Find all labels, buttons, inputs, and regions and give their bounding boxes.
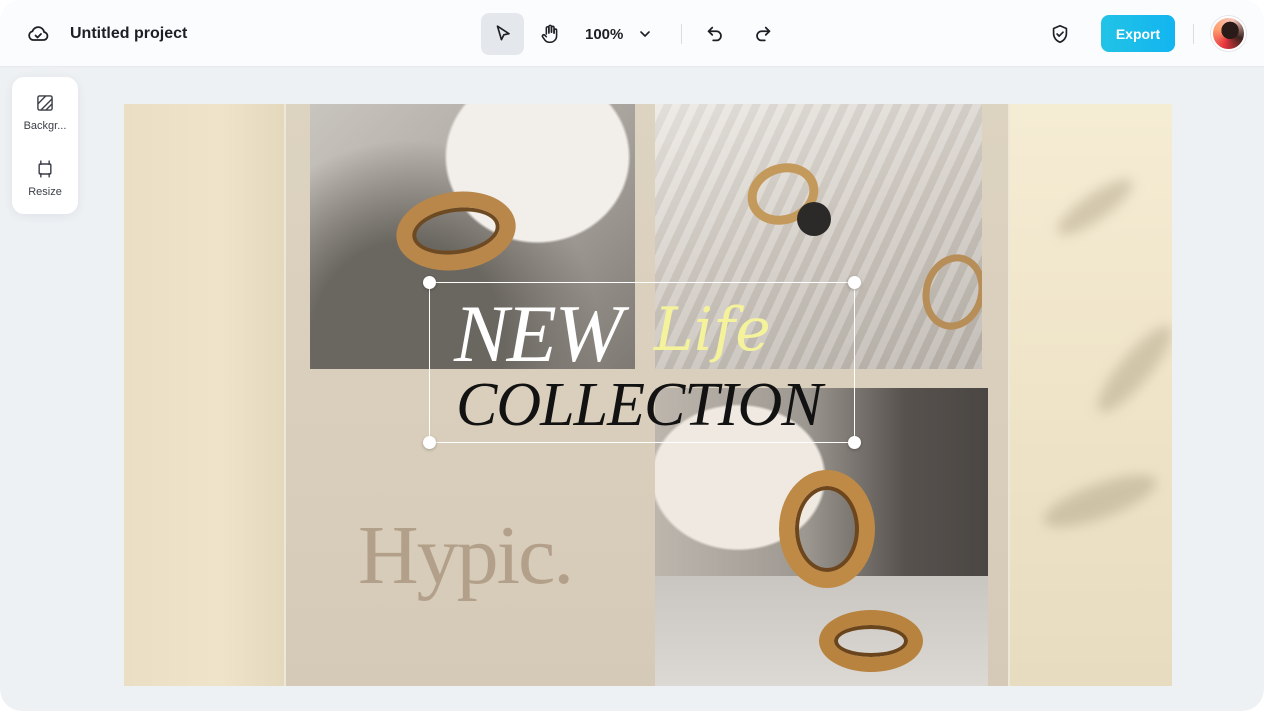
top-toolbar: Untitled project 100% Export [0, 0, 1264, 67]
canvas-right-panel [1010, 104, 1172, 686]
chevron-down-icon [640, 31, 651, 37]
side-item-resize[interactable]: Resize [12, 145, 78, 201]
gold-ring-shape [914, 247, 982, 337]
leaf-shadow [1088, 317, 1172, 421]
selection-box[interactable] [423, 276, 861, 449]
canvas-left-panel [124, 104, 284, 686]
avatar[interactable] [1211, 16, 1246, 51]
side-item-label: Backgr... [23, 120, 67, 132]
resize-handle-top-right[interactable] [848, 276, 861, 289]
undo-button[interactable] [698, 17, 732, 51]
export-button[interactable]: Export [1101, 15, 1175, 52]
project-title[interactable]: Untitled project [70, 23, 187, 45]
brand-text[interactable]: Hypic. [358, 506, 574, 606]
shield-check-button[interactable] [1043, 17, 1077, 51]
undo-icon [707, 26, 722, 42]
toolbar-divider [1193, 24, 1194, 44]
side-item-label: Resize [28, 186, 62, 198]
ring-stone-shape [797, 202, 831, 236]
resize-handle-bottom-right[interactable] [848, 436, 861, 449]
redo-icon [756, 26, 771, 42]
resize-handle-top-left[interactable] [423, 276, 436, 289]
zoom-value: 100% [585, 25, 624, 43]
toolbar-divider [681, 24, 682, 44]
select-tool-button[interactable] [481, 13, 524, 55]
cloud-sync-icon[interactable] [22, 18, 54, 50]
leaf-shadow [1037, 464, 1163, 538]
gold-hoop-shape [779, 470, 875, 588]
app-window: Untitled project 100% Export Backgr... R… [0, 0, 1264, 711]
hand-tool-button[interactable] [530, 13, 570, 55]
zoom-dropdown[interactable]: 100% [578, 13, 664, 55]
resize-handle-bottom-left[interactable] [423, 436, 436, 449]
background-pattern-icon [37, 95, 53, 111]
gold-earring-shape [391, 184, 521, 278]
gold-hoop-shape [819, 610, 923, 672]
side-item-background[interactable]: Backgr... [12, 79, 78, 135]
leaf-shadow [1050, 170, 1140, 244]
cursor-arrow-icon [496, 25, 510, 41]
redo-button[interactable] [746, 17, 780, 51]
design-canvas[interactable]: NEW Life COLLECTION Hypic. [124, 104, 1172, 686]
resize-frame-icon [38, 160, 52, 178]
side-panel: Backgr... Resize [12, 77, 78, 214]
shield-check-icon [1052, 24, 1068, 44]
hand-pan-icon [541, 24, 558, 44]
